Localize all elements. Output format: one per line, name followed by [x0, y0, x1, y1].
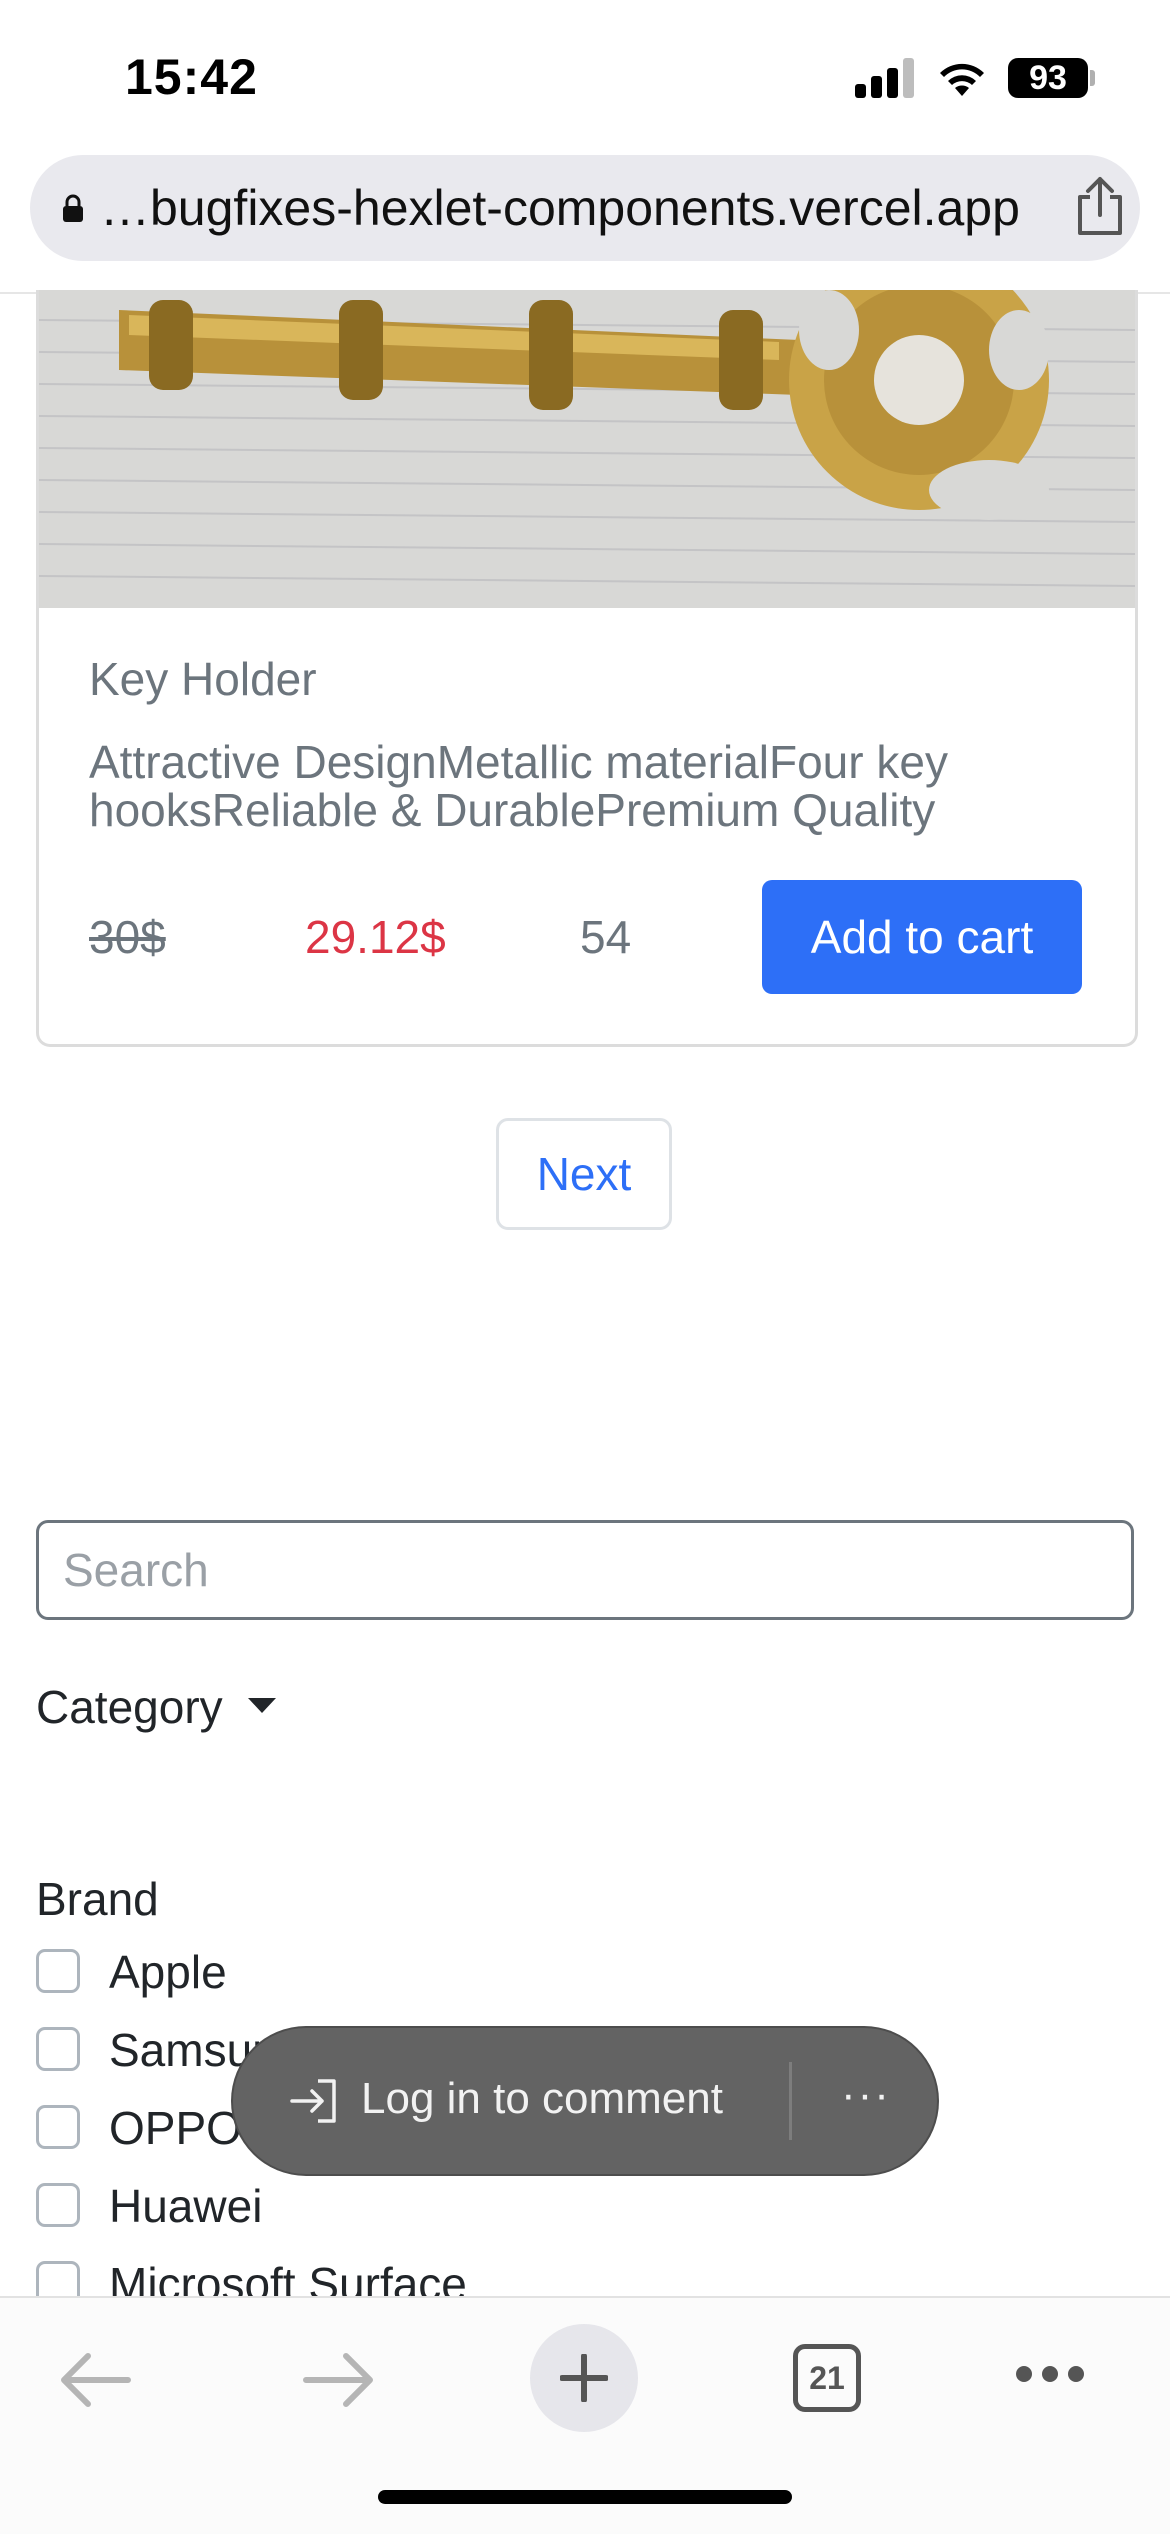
brand-label[interactable]: Huawei — [109, 2179, 262, 2233]
share-icon[interactable] — [1070, 175, 1130, 239]
battery-tip — [1090, 70, 1095, 86]
next-page-button[interactable]: Next — [496, 1118, 672, 1230]
toast-divider — [789, 2062, 792, 2140]
category-dropdown[interactable]: Category — [36, 1680, 223, 1734]
checkbox[interactable] — [36, 1949, 80, 1993]
brand-label[interactable]: OPPO — [109, 2101, 242, 2155]
tabs-icon[interactable]: 21 — [793, 2344, 861, 2412]
url-text[interactable]: …bugfixes-hexlet-components.vercel.app — [100, 179, 1020, 237]
back-arrow-icon[interactable] — [58, 2350, 132, 2410]
checkbox[interactable] — [36, 2183, 80, 2227]
product-title: Key Holder — [89, 653, 317, 705]
new-tab-button[interactable] — [530, 2324, 638, 2432]
battery-icon: 93 — [1008, 58, 1088, 98]
login-toast[interactable]: Log in to comment ··· — [233, 2028, 937, 2174]
checkbox[interactable] — [36, 2105, 80, 2149]
stock-count: 54 — [580, 911, 632, 963]
status-time: 15:42 — [125, 49, 258, 105]
brand-heading: Brand — [36, 1873, 159, 1925]
brand-label[interactable]: Apple — [109, 1945, 227, 1999]
search-input[interactable] — [36, 1520, 1134, 1620]
forward-arrow-icon[interactable] — [302, 2350, 376, 2410]
sale-price: 29.12$ — [305, 911, 446, 963]
status-bar: 15:42 93 — [0, 0, 1170, 150]
product-card: Key Holder Attractive DesignMetallic mat… — [36, 290, 1138, 1047]
more-icon[interactable] — [1014, 2364, 1086, 2384]
home-indicator — [378, 2490, 792, 2504]
product-description: Attractive DesignMetallic materialFour k… — [89, 736, 948, 836]
plus-icon — [560, 2354, 608, 2402]
login-to-comment-label[interactable]: Log in to comment — [361, 2074, 723, 2124]
add-to-cart-button[interactable]: Add to cart — [762, 880, 1082, 994]
wifi-icon — [940, 63, 984, 96]
checkbox[interactable] — [36, 2027, 80, 2071]
address-bar[interactable]: …bugfixes-hexlet-components.vercel.app — [30, 155, 1140, 261]
more-options-icon[interactable]: ··· — [841, 2070, 891, 2120]
caret-down-icon[interactable] — [248, 1698, 276, 1713]
product-image[interactable] — [39, 290, 1135, 608]
lock-icon — [63, 194, 83, 222]
old-price: 30$ — [89, 911, 166, 963]
signal-icon — [855, 58, 917, 98]
login-icon — [290, 2079, 336, 2123]
